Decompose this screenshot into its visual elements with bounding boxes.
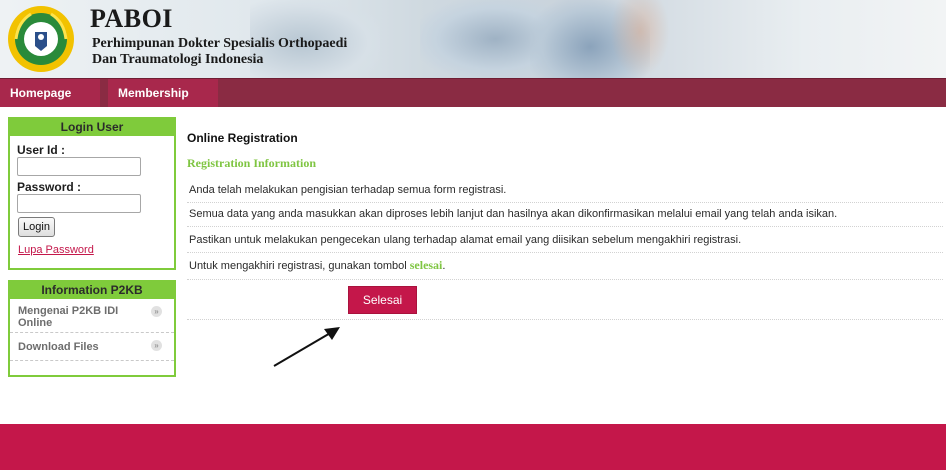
section-title: Registration Information bbox=[187, 156, 316, 170]
chevron-right-icon: » bbox=[151, 340, 162, 351]
info-text-prefix: Untuk mengakhiri registrasi, gunakan tom… bbox=[189, 260, 410, 272]
nav-membership[interactable]: Membership bbox=[108, 79, 218, 107]
page-title: Online Registration bbox=[187, 131, 298, 145]
info-item-download-files[interactable]: Download Files » bbox=[10, 333, 174, 361]
info-row: Anda telah melakukan pengisian terhadap … bbox=[187, 182, 943, 203]
site-footer bbox=[0, 424, 946, 470]
info-text: Anda telah melakukan pengisian terhadap … bbox=[189, 184, 507, 196]
site-header: PABOI Perhimpunan Dokter Spesialis Ortho… bbox=[0, 0, 946, 78]
selesai-button[interactable]: Selesai bbox=[348, 286, 417, 314]
info-text: Untuk mengakhiri registrasi, gunakan tom… bbox=[189, 258, 445, 273]
login-box-title: Login User bbox=[10, 119, 174, 136]
info-item-label: Download Files bbox=[18, 341, 99, 353]
info-item-label: Mengenai P2KB IDI bbox=[18, 305, 119, 317]
annotation-arrow-icon bbox=[273, 327, 340, 367]
finish-button-row: Selesai bbox=[187, 286, 943, 320]
login-button[interactable]: Login bbox=[18, 217, 55, 237]
info-row: Untuk mengakhiri registrasi, gunakan tom… bbox=[187, 256, 943, 280]
info-text: Pastikan untuk melakukan pengecekan ulan… bbox=[189, 234, 742, 246]
forgot-password-link[interactable]: Lupa Password bbox=[18, 244, 94, 256]
login-box: Login User User Id : Password : Login Lu… bbox=[8, 117, 176, 270]
site-subtitle: Perhimpunan Dokter Spesialis Orthopaedi … bbox=[92, 36, 347, 68]
user-id-input[interactable] bbox=[17, 157, 141, 176]
info-p2kb-box: Information P2KB Mengenai P2KB IDI Onlin… bbox=[8, 280, 176, 377]
main-nav: Homepage Membership bbox=[0, 78, 946, 107]
site-title: PABOI bbox=[90, 4, 173, 33]
info-text: Semua data yang anda masukkan akan dipro… bbox=[189, 208, 838, 220]
highlight-selesai: selesai bbox=[409, 258, 443, 272]
header-photo bbox=[610, 0, 670, 78]
info-item-mengenai-p2kb[interactable]: Mengenai P2KB IDI Online » bbox=[10, 299, 174, 333]
info-box-title: Information P2KB bbox=[10, 282, 174, 299]
user-id-label: User Id : bbox=[17, 143, 66, 157]
info-row: Semua data yang anda masukkan akan dipro… bbox=[187, 206, 943, 227]
password-label: Password : bbox=[17, 180, 82, 194]
site-subtitle-line1: Perhimpunan Dokter Spesialis Orthopaedi bbox=[92, 36, 348, 51]
chevron-right-icon: » bbox=[151, 306, 162, 317]
password-input[interactable] bbox=[17, 194, 141, 213]
nav-homepage[interactable]: Homepage bbox=[0, 79, 100, 107]
site-subtitle-line2: Dan Traumatologi Indonesia bbox=[92, 52, 264, 67]
info-row: Pastikan untuk melakukan pengecekan ulan… bbox=[187, 232, 943, 253]
info-item-label: Online bbox=[18, 317, 53, 329]
info-text-suffix: . bbox=[442, 260, 446, 272]
paboi-logo bbox=[8, 6, 74, 72]
